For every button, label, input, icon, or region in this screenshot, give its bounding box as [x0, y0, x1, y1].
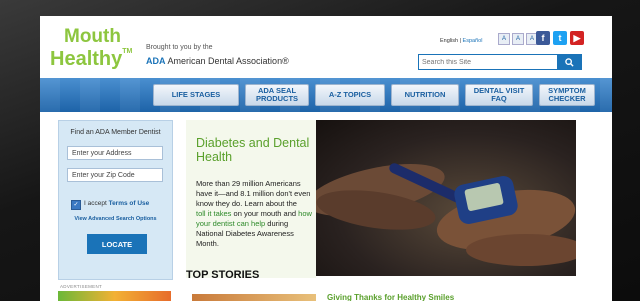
advanced-search-link[interactable]: View Advanced Search Options: [59, 216, 172, 222]
story-thumbnail[interactable]: [192, 294, 316, 301]
search-input[interactable]: [419, 55, 557, 69]
feature-photo[interactable]: [316, 120, 576, 276]
dentist-finder-title: Find an ADA Member Dentist: [70, 129, 161, 136]
mouthhealthy-logo[interactable]: Mouth HealthyTM: [50, 26, 132, 71]
toll-link[interactable]: toll it takes: [196, 209, 231, 218]
feature-heading[interactable]: Diabetes and Dental Health: [196, 136, 311, 164]
font-size-medium-button[interactable]: A: [512, 33, 524, 45]
locate-button[interactable]: LOCATE: [87, 234, 147, 254]
ada-link[interactable]: ADA American Dental Association®: [146, 56, 289, 66]
terms-of-use-link[interactable]: Terms of Use: [109, 200, 150, 207]
lang-english[interactable]: English: [440, 38, 458, 44]
nav-a-z-topics[interactable]: A-Z TOPICS: [315, 84, 385, 106]
search-icon: [564, 57, 574, 67]
terms-label: I accept Terms of Use: [84, 200, 150, 207]
site-search: [418, 54, 582, 70]
nav-nutrition[interactable]: NUTRITION: [391, 84, 459, 106]
advertisement-label: ADVERTISEMENT: [60, 284, 103, 289]
youtube-icon[interactable]: ▶: [570, 31, 584, 45]
trademark: TM: [122, 48, 133, 55]
language-switcher: English | Español: [440, 38, 483, 44]
address-field[interactable]: Enter your Address: [67, 146, 163, 160]
font-size-small-button[interactable]: A: [498, 33, 510, 45]
top-stories-heading: TOP STORIES: [186, 269, 260, 281]
feature-panel: Diabetes and Dental Health More than 29 …: [186, 120, 316, 278]
twitter-icon[interactable]: t: [553, 31, 567, 45]
social-links: f t ▶: [536, 31, 584, 45]
story-title-link[interactable]: Giving Thanks for Healthy Smiles: [327, 293, 454, 301]
nav-life-stages[interactable]: LIFE STAGES: [153, 84, 239, 106]
nav-symptom-checker[interactable]: SYMPTOM CHECKER: [539, 84, 595, 106]
facebook-icon[interactable]: f: [536, 31, 550, 45]
logo-line2: HealthyTM: [50, 48, 133, 70]
feature-body: More than 29 million Americans have it—a…: [196, 179, 312, 248]
browser-screen: Mouth HealthyTM Brought to you by the AD…: [40, 16, 612, 301]
glucose-meter-image: [316, 163, 576, 266]
dentist-finder-panel: Find an ADA Member Dentist Enter your Ad…: [58, 120, 173, 280]
terms-checkbox[interactable]: ✓: [71, 200, 81, 210]
search-button[interactable]: [557, 55, 581, 69]
zip-code-field[interactable]: Enter your Zip Code: [67, 168, 163, 182]
advertisement-image[interactable]: [58, 291, 171, 301]
nav-ada-seal-products[interactable]: ADA SEAL PRODUCTS: [245, 84, 309, 106]
lang-espanol[interactable]: Español: [463, 38, 483, 44]
main-nav: LIFE STAGES ADA SEAL PRODUCTS A-Z TOPICS…: [153, 84, 595, 106]
font-size-controls: A A A: [498, 33, 538, 45]
nav-dental-visit-faq[interactable]: DENTAL VISIT FAQ: [465, 84, 533, 106]
logo-line1: Mouth: [64, 26, 121, 47]
sponsor-text: Brought to you by the: [146, 44, 213, 51]
